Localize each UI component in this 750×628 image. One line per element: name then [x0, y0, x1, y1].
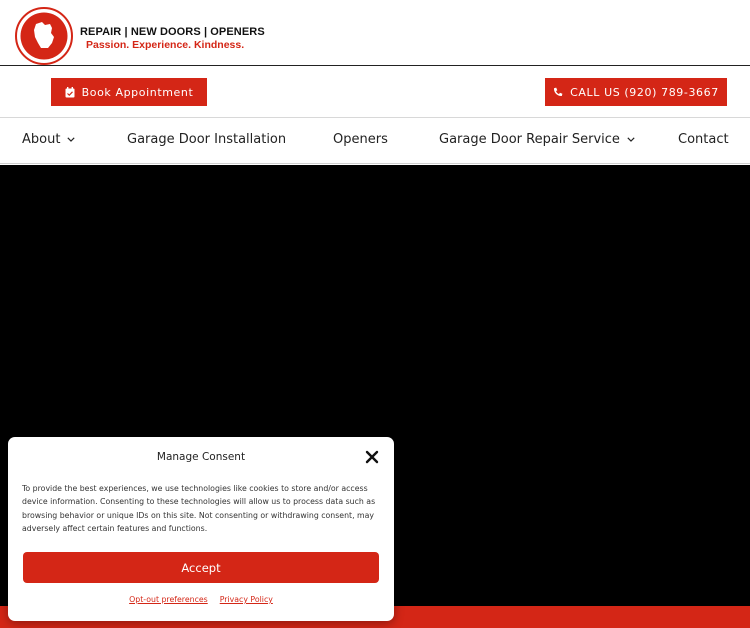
consent-title: Manage Consent: [156, 451, 246, 463]
chevron-down-icon: [67, 137, 76, 142]
book-appointment-label: Book Appointment: [81, 85, 194, 99]
nav-item-label: Garage Door Repair Service: [439, 132, 620, 147]
accept-button[interactable]: Accept: [23, 552, 379, 583]
opt-out-preferences-link[interactable]: Opt-out preferences: [129, 595, 208, 604]
privacy-policy-link[interactable]: Privacy Policy: [220, 595, 273, 604]
badgerland-logo[interactable]: [14, 6, 74, 66]
cta-bar: Book Appointment CALL US (920) 789-3667: [0, 67, 750, 118]
book-appointment-button[interactable]: Book Appointment: [51, 78, 207, 106]
close-icon[interactable]: [365, 450, 379, 464]
call-us-button[interactable]: CALL US (920) 789-3667: [545, 78, 727, 106]
services-tagline: REPAIR | NEW DOORS | OPENERS: [80, 26, 265, 38]
nav-item-garage-door-installation[interactable]: Garage Door Installation: [127, 132, 286, 147]
nav-item-about[interactable]: About: [22, 132, 76, 147]
calendar-check-icon: [65, 86, 75, 98]
values-tagline: Passion. Experience. Kindness.: [86, 39, 245, 51]
nav-item-openers[interactable]: Openers: [333, 132, 388, 147]
consent-dialog: Manage Consent To provide the best exper…: [8, 437, 394, 621]
nav-item-label: Contact: [678, 132, 729, 147]
header-logo-bar: REPAIR | NEW DOORS | OPENERS Passion. Ex…: [0, 0, 750, 66]
chevron-down-icon: [627, 137, 635, 142]
phone-icon: [553, 87, 563, 97]
nav-item-label: Openers: [333, 132, 388, 147]
nav-item-label: About: [22, 132, 61, 147]
main-nav: About Garage Door Installation Openers G…: [0, 118, 750, 164]
nav-item-contact[interactable]: Contact: [678, 132, 729, 147]
nav-item-label: Garage Door Installation: [127, 132, 287, 147]
nav-item-garage-door-repair-service[interactable]: Garage Door Repair Service: [439, 132, 635, 147]
logo-taglines: REPAIR | NEW DOORS | OPENERS Passion. Ex…: [80, 26, 265, 51]
call-us-label: CALL US (920) 789-3667: [570, 85, 719, 99]
consent-links: Opt-out preferences Privacy Policy: [8, 595, 394, 604]
consent-body: To provide the best experiences, we use …: [22, 484, 376, 533]
